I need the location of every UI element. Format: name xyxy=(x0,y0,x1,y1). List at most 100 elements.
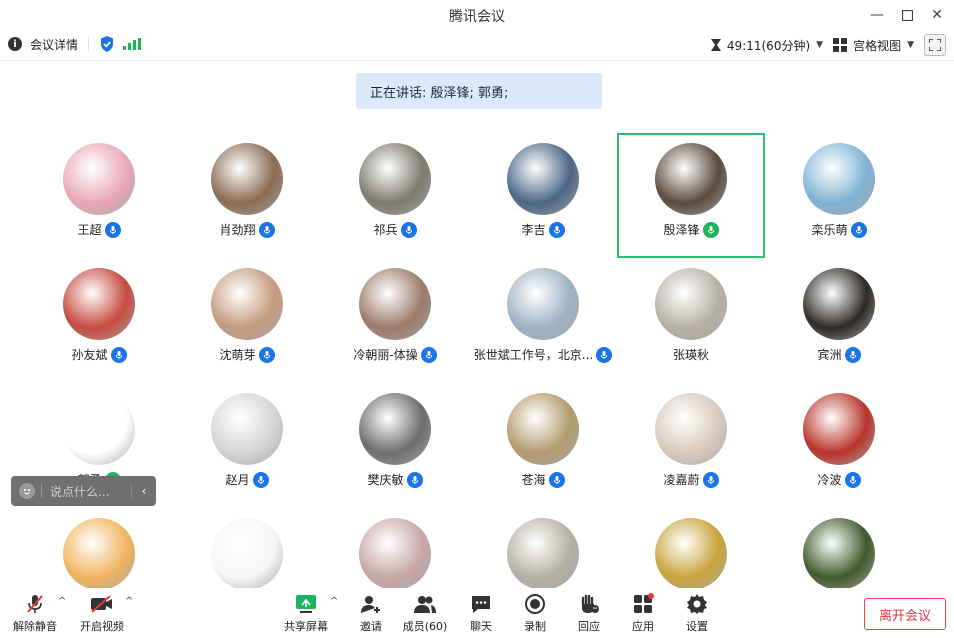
participant-name-row: 凌嘉蔚 xyxy=(617,471,765,488)
mic-icon xyxy=(548,221,565,238)
participant-tile[interactable]: 沈萌芽 xyxy=(173,258,321,383)
participant-name: 殷泽锋 xyxy=(663,223,700,237)
view-switcher[interactable]: 宫格视图 ▼ xyxy=(833,37,914,54)
meeting-timer[interactable]: 49:11(60分钟) ▼ xyxy=(710,37,823,54)
participant-name-row: 冷朝丽-体操 xyxy=(321,346,469,363)
participant-tile[interactable]: 张瑛秋 xyxy=(617,258,765,383)
maximize-icon[interactable] xyxy=(894,4,920,26)
mic-icon xyxy=(406,471,423,488)
participant-name: 张瑛秋 xyxy=(672,348,709,362)
participant-name-row: 苍海 xyxy=(469,471,617,488)
chat-button[interactable]: 聊天 xyxy=(451,592,511,634)
chevron-up-icon[interactable]: ^ xyxy=(58,596,66,607)
mic-icon xyxy=(110,346,127,363)
avatar xyxy=(63,518,135,590)
chevron-up-icon[interactable]: ^ xyxy=(125,596,133,607)
chevron-down-icon[interactable]: ▼ xyxy=(907,40,914,50)
invite-label: 邀请 xyxy=(360,620,382,633)
mic-icon xyxy=(844,346,861,363)
apps-label: 应用 xyxy=(632,620,654,633)
view-label: 宫格视图 xyxy=(853,38,902,53)
apps-icon xyxy=(631,592,655,616)
avatar xyxy=(507,518,579,590)
chat-label: 聊天 xyxy=(470,620,492,633)
participant-tile[interactable]: 宾洲 xyxy=(765,258,913,383)
collapse-icon[interactable]: ‹ xyxy=(131,484,156,498)
mic-icon xyxy=(252,471,269,488)
participant-tile[interactable]: 祁兵 xyxy=(321,133,469,258)
shield-icon[interactable] xyxy=(99,35,115,53)
chevron-down-icon[interactable]: ▼ xyxy=(816,40,823,50)
share-screen-label: 共享屏幕 xyxy=(284,620,328,633)
participant-name-row: 冷波 xyxy=(765,471,913,488)
record-label: 录制 xyxy=(524,620,546,633)
participant-name: 赵月 xyxy=(225,473,250,487)
participant-name: 王超 xyxy=(77,223,102,237)
members-button[interactable]: 成员(60) xyxy=(395,592,455,634)
timer-text: 49:11(60分钟) xyxy=(726,38,811,53)
mic-icon xyxy=(548,471,565,488)
participant-name-row: 赵月 xyxy=(173,471,321,488)
participant-tile[interactable]: 李吉 xyxy=(469,133,617,258)
emoji-icon[interactable] xyxy=(19,483,35,499)
participant-tile[interactable]: 冷朝丽-体操 xyxy=(321,258,469,383)
participant-tile[interactable]: 栾乐萌 xyxy=(765,133,913,258)
members-label: 成员(60) xyxy=(402,620,448,633)
participant-tile[interactable]: 张世斌工作号，北京... xyxy=(469,258,617,383)
divider xyxy=(41,484,42,498)
mic-icon xyxy=(850,221,867,238)
participant-name-row: 栾乐萌 xyxy=(765,221,913,238)
meeting-details-link[interactable]: 会议详情 xyxy=(30,36,78,53)
chat-input[interactable]: 说点什么... xyxy=(50,483,131,500)
participant-name: 宾洲 xyxy=(817,348,842,362)
mic-icon xyxy=(702,221,719,238)
network-signal-icon[interactable] xyxy=(123,38,142,50)
participant-name: 冷波 xyxy=(817,473,842,487)
participant-name-row: 张瑛秋 xyxy=(617,346,765,363)
react-button[interactable]: 回应 xyxy=(559,592,619,634)
participant-name-row: 李吉 xyxy=(469,221,617,238)
start-video-button[interactable]: 开启视频 xyxy=(72,592,132,634)
avatar xyxy=(63,143,135,215)
hourglass-icon xyxy=(710,39,721,51)
participant-tile[interactable]: 赵月 xyxy=(173,383,321,508)
record-button[interactable]: 录制 xyxy=(505,592,565,634)
participant-tile[interactable]: 苍海 xyxy=(469,383,617,508)
close-icon[interactable]: ✕ xyxy=(924,4,950,26)
avatar xyxy=(507,393,579,465)
avatar xyxy=(507,143,579,215)
members-icon xyxy=(413,592,437,616)
minimize-icon[interactable]: — xyxy=(864,4,890,26)
share-screen-button[interactable]: 共享屏幕 xyxy=(276,592,336,634)
info-icon[interactable]: i xyxy=(8,37,22,51)
avatar xyxy=(211,268,283,340)
participant-tile[interactable]: 冷波 xyxy=(765,383,913,508)
unmute-button[interactable]: 解除静音 xyxy=(5,592,65,634)
participant-tile[interactable]: 樊庆敏 xyxy=(321,383,469,508)
participant-tile[interactable]: 肖劲翔 xyxy=(173,133,321,258)
participant-name: 冷朝丽-体操 xyxy=(353,348,418,362)
avatar xyxy=(359,393,431,465)
avatar xyxy=(63,268,135,340)
mic-icon xyxy=(104,221,121,238)
settings-button[interactable]: 设置 xyxy=(667,592,727,634)
participant-tile[interactable]: 孙友斌 xyxy=(25,258,173,383)
participant-tile[interactable]: 凌嘉蔚 xyxy=(617,383,765,508)
participant-tile[interactable]: 王超 xyxy=(25,133,173,258)
fullscreen-button[interactable] xyxy=(924,34,946,56)
chevron-up-icon[interactable]: ^ xyxy=(330,596,338,607)
unmute-label: 解除静音 xyxy=(13,620,57,633)
invite-button[interactable]: 邀请 xyxy=(341,592,401,634)
mic-icon xyxy=(702,471,719,488)
avatar xyxy=(211,143,283,215)
mic-muted-icon xyxy=(23,592,47,616)
leave-meeting-button[interactable]: 离开会议 xyxy=(864,598,946,630)
apps-button[interactable]: 应用 xyxy=(613,592,673,634)
participant-tile[interactable]: 殷泽锋 xyxy=(617,133,765,258)
mic-icon xyxy=(420,346,437,363)
quick-chat-bar[interactable]: 说点什么... ‹ xyxy=(11,476,156,506)
avatar xyxy=(655,518,727,590)
participant-name: 孙友斌 xyxy=(71,348,108,362)
mic-icon xyxy=(258,346,275,363)
raise-hand-icon xyxy=(577,592,601,616)
